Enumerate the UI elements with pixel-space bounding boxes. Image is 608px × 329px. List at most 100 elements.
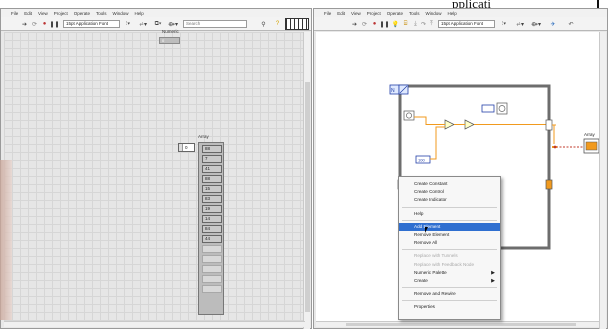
fp-vscroll-thumb[interactable] bbox=[305, 82, 310, 312]
array-cell[interactable]: 7 bbox=[202, 155, 222, 163]
menu-item-replace-with-tunnels: Replace with Tunnels bbox=[399, 252, 500, 260]
highlight-execution-icon[interactable]: 💡 bbox=[392, 20, 399, 28]
array-cell[interactable]: 88 bbox=[202, 145, 222, 153]
fp-menu-operate[interactable]: Operate bbox=[74, 11, 90, 16]
menu-item-create[interactable]: Create ▶ bbox=[399, 277, 500, 285]
menu-item-create-constant[interactable]: Create Constant bbox=[399, 180, 500, 188]
fp-vertical-scrollbar[interactable] bbox=[303, 32, 310, 329]
bd-menu-operate[interactable]: Operate bbox=[387, 11, 403, 16]
numeric-label: Numeric bbox=[162, 29, 179, 34]
align-icon[interactable]: ⫶▾ bbox=[122, 20, 134, 28]
array-cell-empty[interactable] bbox=[202, 245, 222, 253]
array-cell-empty[interactable] bbox=[202, 265, 222, 273]
step-out-icon[interactable]: ⤒ bbox=[428, 20, 435, 28]
fp-menu-project[interactable]: Project bbox=[54, 11, 68, 16]
numeric-control[interactable]: 0 bbox=[159, 37, 180, 44]
bd-menu-file[interactable]: File bbox=[324, 11, 331, 16]
reorder-icon[interactable]: ⟴▾ bbox=[530, 20, 542, 28]
step-into-icon[interactable]: ⤓ bbox=[412, 20, 419, 28]
array-cell[interactable]: 83 bbox=[202, 195, 222, 203]
fp-font-select[interactable]: 15pt Application Font bbox=[63, 20, 120, 28]
bd-menu-view[interactable]: View bbox=[351, 11, 361, 16]
context-menu: Create Constant Create Control Create Indi… bbox=[398, 176, 501, 320]
pause-icon[interactable]: ❚❚ bbox=[379, 20, 389, 28]
menu-item-help[interactable]: Help bbox=[399, 210, 500, 218]
search-icon[interactable]: ⚲ bbox=[260, 20, 267, 28]
array-cell[interactable]: 84 bbox=[202, 225, 222, 233]
menu-item-remove-and-rewire[interactable]: Remove and Rewire bbox=[399, 290, 500, 298]
mouse-cursor bbox=[425, 227, 428, 233]
pause-icon[interactable]: ❚❚ bbox=[49, 20, 59, 28]
array-cell[interactable]: 44 bbox=[202, 235, 222, 243]
retain-wire-values-icon[interactable]: ⌸ bbox=[402, 20, 409, 28]
scroll-arrow-icon[interactable]: ↶ bbox=[566, 20, 576, 28]
bd-font-select[interactable]: 15pt Application Font bbox=[438, 20, 495, 28]
menu-item-label: Create Constant bbox=[414, 181, 448, 186]
step-over-icon[interactable]: ↷ bbox=[420, 20, 427, 28]
menu-separator bbox=[402, 206, 497, 208]
menu-item-numeric-palette[interactable]: Numeric Palette ▶ bbox=[399, 269, 500, 277]
array-label: Array bbox=[198, 134, 209, 139]
menu-separator bbox=[402, 300, 497, 302]
array-cell[interactable]: 19 bbox=[202, 205, 222, 213]
fp-menu-view[interactable]: View bbox=[38, 11, 48, 16]
menu-item-add-element[interactable]: Add Element bbox=[399, 222, 500, 231]
bd-horizontal-scrollbar[interactable] bbox=[316, 321, 599, 327]
bd-vertical-scrollbar[interactable] bbox=[599, 32, 606, 329]
array-cell[interactable]: 14 bbox=[202, 215, 222, 223]
menu-item-label: Replace with Feedback Node bbox=[414, 261, 475, 267]
fp-menu-help[interactable]: Help bbox=[135, 11, 144, 16]
menu-item-label: Replace with Tunnels bbox=[414, 253, 458, 259]
align-icon[interactable]: ⫶▾ bbox=[498, 20, 510, 28]
run-arrow-icon[interactable]: ➔ bbox=[21, 20, 28, 28]
run-continuous-icon[interactable]: ⟳ bbox=[31, 20, 38, 28]
fp-horizontal-scrollbar[interactable] bbox=[4, 321, 305, 327]
help-icon[interactable]: ? bbox=[274, 20, 281, 28]
connector-pane-icon[interactable] bbox=[285, 18, 309, 30]
bd-menu-window[interactable]: Window bbox=[426, 11, 442, 16]
distribute-icon[interactable]: ⩫▾ bbox=[137, 20, 149, 28]
search-input[interactable]: Search bbox=[183, 20, 247, 28]
right-shift-register bbox=[545, 179, 553, 190]
array-cell-empty[interactable] bbox=[202, 285, 222, 293]
webcam-overlay bbox=[0, 160, 12, 320]
menu-item-label: Help bbox=[414, 210, 424, 216]
run-continuous-icon[interactable]: ⟳ bbox=[361, 20, 368, 28]
array-cell[interactable]: 15 bbox=[202, 185, 222, 193]
reorder-icon[interactable]: ⟴▾ bbox=[167, 20, 179, 28]
array-cell-empty[interactable] bbox=[202, 275, 222, 283]
bd-menu-tools[interactable]: Tools bbox=[409, 11, 420, 16]
menu-item-create-indicator[interactable]: Create Indicator bbox=[399, 196, 500, 204]
bd-menubar: File Edit View Project Operate Tools Win… bbox=[314, 9, 607, 17]
menu-item-label: Remove and Rewire bbox=[414, 291, 456, 297]
bd-hscroll-thumb[interactable] bbox=[346, 323, 576, 326]
menu-item-label: Properties bbox=[414, 304, 435, 310]
array-cell-empty[interactable] bbox=[202, 255, 222, 263]
index-spinner[interactable] bbox=[179, 144, 183, 151]
bd-menu-project[interactable]: Project bbox=[367, 11, 381, 16]
fp-menu-window[interactable]: Window bbox=[113, 11, 129, 16]
array-index-display[interactable]: 0 bbox=[178, 143, 195, 152]
abort-icon[interactable]: ● bbox=[371, 20, 378, 28]
bd-menu-edit[interactable]: Edit bbox=[337, 11, 345, 16]
menu-item-replace-with-feedback-node: Replace with Feedback Node bbox=[399, 261, 500, 269]
menu-item-remove-element[interactable]: Remove Element bbox=[399, 231, 500, 239]
array-control[interactable]: 88 7 41 88 15 83 19 14 84 44 bbox=[198, 142, 224, 315]
menu-item-label: Numeric Palette bbox=[414, 269, 447, 275]
resize-icon[interactable]: ⧉▾ bbox=[152, 20, 164, 28]
clean-up-icon[interactable]: ✈ bbox=[548, 20, 558, 28]
menu-item-properties[interactable]: Properties bbox=[399, 303, 500, 311]
run-arrow-icon[interactable]: ➔ bbox=[351, 20, 358, 28]
abort-icon[interactable]: ● bbox=[41, 20, 48, 28]
menu-item-create-control[interactable]: Create Control bbox=[399, 188, 500, 196]
fp-menu-tools[interactable]: Tools bbox=[96, 11, 107, 16]
front-panel-canvas[interactable] bbox=[4, 32, 305, 322]
fp-menu-edit[interactable]: Edit bbox=[24, 11, 32, 16]
array-cell[interactable]: 41 bbox=[202, 165, 222, 173]
distribute-icon[interactable]: ⩫▾ bbox=[514, 20, 526, 28]
fp-menu-file[interactable]: File bbox=[11, 11, 18, 16]
menu-item-remove-all[interactable]: Remove All bbox=[399, 239, 500, 247]
bd-menu-help[interactable]: Help bbox=[448, 11, 457, 16]
array-cell[interactable]: 88 bbox=[202, 175, 222, 183]
round-node bbox=[464, 119, 475, 130]
